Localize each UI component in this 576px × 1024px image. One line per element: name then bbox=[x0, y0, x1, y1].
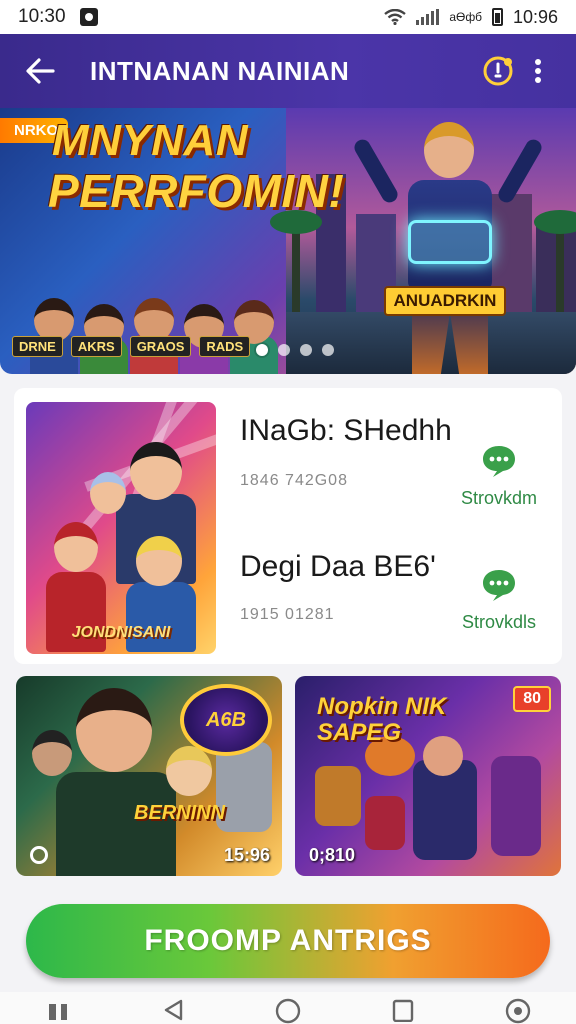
hero-title: MNYNAN PERRFOMIN! bbox=[48, 116, 352, 216]
assistant-button[interactable] bbox=[498, 998, 538, 1024]
back-arrow-icon bbox=[26, 58, 55, 84]
app-notification-icon bbox=[79, 8, 98, 26]
app-bar: INTNANAN NAINIAN bbox=[0, 34, 576, 108]
home-circle-icon bbox=[275, 998, 301, 1024]
carousel-dot[interactable] bbox=[300, 344, 312, 356]
chat-bubble-icon bbox=[483, 570, 515, 601]
game-meta: 1915 01281 bbox=[240, 606, 335, 623]
tile-logo: A6B bbox=[180, 684, 272, 756]
page-title: INTNANAN NAINIAN bbox=[90, 55, 350, 86]
chat-button[interactable]: Strovkdls bbox=[454, 568, 544, 633]
carousel-dot[interactable] bbox=[256, 344, 268, 356]
more-options-button[interactable] bbox=[518, 49, 558, 93]
back-triangle-icon bbox=[164, 999, 182, 1021]
hero-label: DRNE bbox=[12, 336, 63, 357]
tile-time: 15:96 bbox=[223, 845, 270, 865]
chat-bubble-icon bbox=[483, 446, 515, 477]
chat-button-label: Strovkdls bbox=[461, 612, 537, 632]
system-nav-bar bbox=[0, 992, 576, 1024]
hero-banner[interactable]: NRKO MNYNAN PERRFOMIN! ANUADRKIN bbox=[0, 108, 576, 374]
battery-icon bbox=[491, 8, 503, 26]
notification-icon bbox=[483, 56, 513, 86]
chat-button[interactable]: Strovkdm bbox=[454, 444, 544, 509]
hero-title-line1: MNYNAN bbox=[52, 116, 249, 165]
hero-label: RADS bbox=[199, 336, 251, 357]
game-tile[interactable]: 80 Nopkin NIK SAPEG 0;810 bbox=[295, 676, 561, 876]
tile-title: Nopkin NIK SAPEG bbox=[317, 693, 447, 746]
recents-icon bbox=[48, 1004, 67, 1020]
back-button[interactable] bbox=[18, 49, 62, 93]
primary-cta-button[interactable]: FROOMP ANTRIGS bbox=[26, 904, 550, 978]
status-bar: 10:30 аӨфб 10:96 bbox=[0, 0, 576, 34]
back-nav-button[interactable] bbox=[153, 998, 193, 1024]
network-text: аӨфб bbox=[449, 10, 482, 24]
tile-title: BERNINN bbox=[134, 802, 226, 824]
more-vert-icon bbox=[535, 59, 541, 83]
hero-label: GRAOS bbox=[129, 336, 192, 357]
hero-name-labels: DRNE AKRS GRAOS RADS bbox=[12, 336, 251, 357]
featured-game-art[interactable]: JONDNISANI bbox=[26, 402, 216, 654]
play-icon bbox=[30, 846, 48, 864]
status-time-right: 10:96 bbox=[512, 6, 558, 27]
hero-character bbox=[351, 116, 545, 374]
recents-button[interactable] bbox=[38, 998, 78, 1024]
wifi-icon bbox=[384, 9, 407, 25]
hero-sign: ANUADRKIN bbox=[384, 286, 506, 316]
hero-label: AKRS bbox=[70, 336, 122, 357]
game-title[interactable]: INaGb: SHedhh bbox=[240, 414, 452, 448]
home-button[interactable] bbox=[268, 998, 308, 1024]
chat-button-label: Strovkdm bbox=[460, 488, 538, 508]
signal-icon bbox=[416, 9, 440, 25]
featured-card: JONDNISANI INaGb: SHedhh 1846 742G08 Str… bbox=[14, 388, 562, 664]
notification-button[interactable] bbox=[478, 49, 518, 93]
carousel-dot[interactable] bbox=[278, 344, 290, 356]
game-title[interactable]: Degi Daa BE6' bbox=[240, 550, 436, 584]
game-meta: 1846 742G08 bbox=[240, 472, 348, 489]
game-tile[interactable]: A6B BERNINN 15:96 bbox=[16, 676, 282, 876]
character-group bbox=[0, 294, 300, 374]
carousel-dot[interactable] bbox=[322, 344, 334, 356]
assistant-icon bbox=[506, 998, 531, 1024]
status-left: 10:30 bbox=[18, 6, 98, 28]
tile-badge: 80 bbox=[513, 686, 551, 712]
hero-title-line2: PERRFOMIN! bbox=[48, 165, 345, 217]
tile-time: 0;810 bbox=[309, 845, 356, 865]
carousel-indicator[interactable] bbox=[256, 344, 334, 356]
status-time: 10:30 bbox=[18, 6, 66, 27]
overview-square-icon bbox=[392, 999, 414, 1022]
cta-label: FROOMP ANTRIGS bbox=[144, 924, 432, 957]
featured-art-label: JONDNISANI bbox=[71, 624, 171, 641]
overview-button[interactable] bbox=[383, 998, 423, 1024]
status-right: аӨфб 10:96 bbox=[384, 7, 558, 28]
